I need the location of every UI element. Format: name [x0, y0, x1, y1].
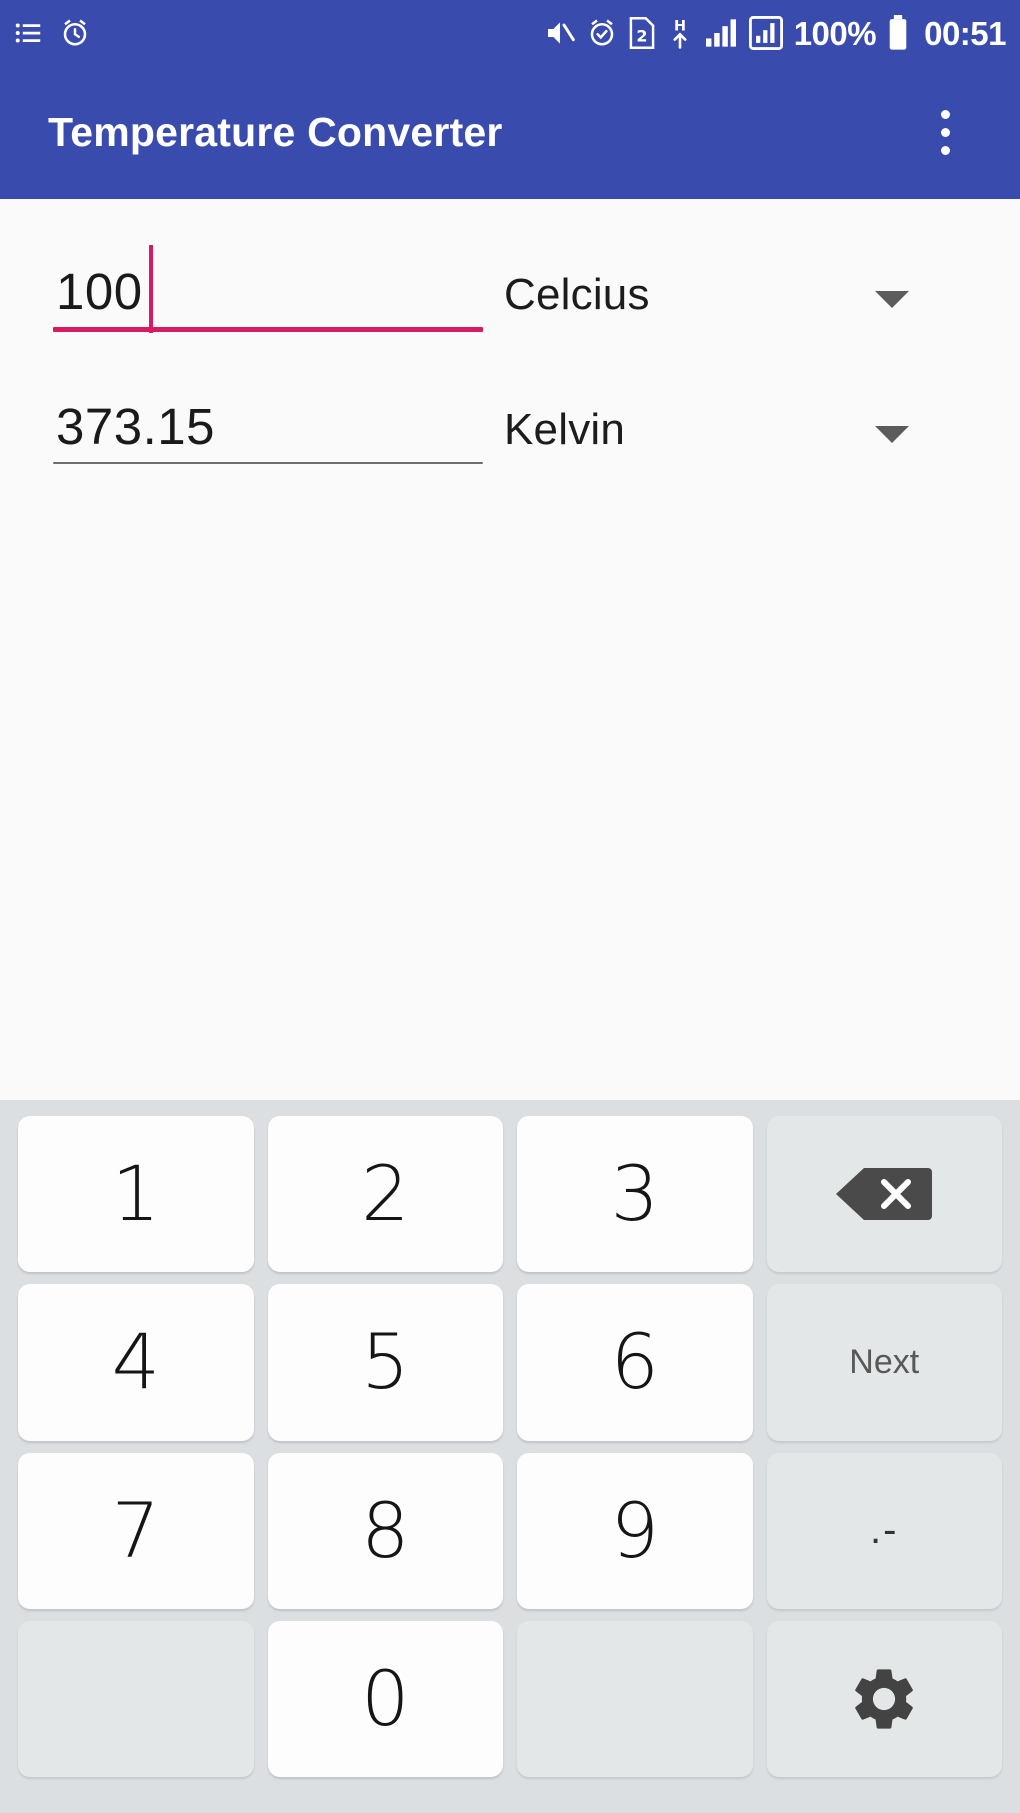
key-label: 5 — [361, 1317, 410, 1407]
text-caret — [149, 245, 153, 333]
key-2[interactable]: 2 — [267, 1116, 503, 1273]
battery-full-icon — [887, 15, 909, 51]
key-label: 2 — [361, 1149, 410, 1239]
keyboard-row: 7 8 9 .- — [18, 1452, 1002, 1609]
keyboard-row: 0 — [18, 1620, 1002, 1777]
source-value-field[interactable]: 100 — [53, 245, 483, 333]
alarm-active-icon — [587, 18, 617, 48]
key-8[interactable]: 8 — [267, 1452, 503, 1609]
key-0[interactable]: 0 — [267, 1620, 503, 1777]
key-label: Next — [849, 1342, 920, 1381]
key-label: 7 — [111, 1485, 160, 1575]
gear-icon — [847, 1662, 921, 1736]
keyboard-row: 4 5 6 Next — [18, 1284, 1002, 1441]
key-6[interactable]: 6 — [517, 1284, 753, 1441]
chevron-down-icon — [875, 426, 909, 443]
key-1[interactable]: 1 — [18, 1116, 254, 1273]
list-icon — [14, 18, 44, 48]
target-field-underline — [53, 462, 483, 464]
chevron-down-icon — [875, 291, 909, 308]
target-unit-spinner[interactable]: Kelvin — [504, 392, 974, 468]
keyboard-row: 1 2 3 — [18, 1116, 1002, 1273]
key-next[interactable]: Next — [766, 1284, 1002, 1441]
key-dot-dash[interactable]: .- — [766, 1452, 1002, 1609]
battery-percent-label: 100% — [793, 14, 877, 52]
key-label: 3 — [610, 1149, 659, 1239]
key-label: 6 — [610, 1317, 659, 1407]
converter-form: 100 Celcius 373.15 Kelvin — [0, 199, 1020, 1100]
svg-text:H: H — [674, 18, 686, 34]
conversion-row-target: 373.15 Kelvin — [0, 392, 1020, 468]
svg-text:2: 2 — [636, 27, 647, 46]
mute-icon — [544, 17, 576, 49]
target-unit-label: Kelvin — [504, 405, 626, 454]
sim-2-icon: 2 — [628, 17, 656, 49]
app-bar: Temperature Converter — [0, 66, 1020, 199]
phone-screen: 2 H 100% 00:51 Temperature Converter 100… — [0, 0, 1020, 1813]
key-backspace[interactable] — [766, 1116, 1002, 1273]
signal-bars-icon — [704, 18, 738, 48]
target-value-field[interactable]: 373.15 — [53, 392, 483, 464]
key-7[interactable]: 7 — [18, 1452, 254, 1609]
backspace-icon — [836, 1165, 933, 1223]
key-label: 9 — [610, 1485, 659, 1575]
source-unit-spinner[interactable]: Celcius — [504, 257, 974, 333]
numeric-keyboard: 1 2 3 4 5 6 Next 7 8 9 .- 0 — [0, 1100, 1020, 1813]
key-blank-left[interactable] — [18, 1620, 254, 1777]
key-4[interactable]: 4 — [18, 1284, 254, 1441]
target-value-text: 373.15 — [56, 397, 215, 455]
key-label: 1 — [111, 1149, 160, 1239]
key-label: 8 — [361, 1485, 410, 1575]
key-label: 0 — [361, 1653, 410, 1743]
page-title: Temperature Converter — [48, 109, 503, 155]
hsdpa-icon: H — [667, 16, 693, 50]
alarm-clock-icon — [60, 18, 90, 48]
status-bar-right-icons: 2 H 100% 00:51 — [544, 15, 1006, 51]
status-bar-clock: 00:51 — [924, 14, 1006, 52]
source-field-underline — [53, 327, 483, 332]
key-label: .- — [870, 1508, 899, 1553]
key-blank-right[interactable] — [517, 1620, 753, 1777]
key-3[interactable]: 3 — [517, 1116, 753, 1273]
key-9[interactable]: 9 — [517, 1452, 753, 1609]
status-bar-left-icons — [14, 18, 90, 48]
overflow-menu-icon[interactable] — [916, 97, 974, 169]
source-value-text: 100 — [56, 262, 143, 320]
overflow-dot — [940, 110, 950, 119]
overflow-dot — [940, 128, 950, 137]
key-settings[interactable] — [766, 1620, 1002, 1777]
signal-chart-icon — [748, 16, 783, 50]
key-5[interactable]: 5 — [267, 1284, 503, 1441]
conversion-row-source: 100 Celcius — [0, 245, 1020, 333]
source-unit-label: Celcius — [504, 270, 650, 319]
status-bar: 2 H 100% 00:51 — [0, 0, 1020, 66]
key-label: 4 — [111, 1317, 160, 1407]
overflow-dot — [940, 146, 950, 155]
